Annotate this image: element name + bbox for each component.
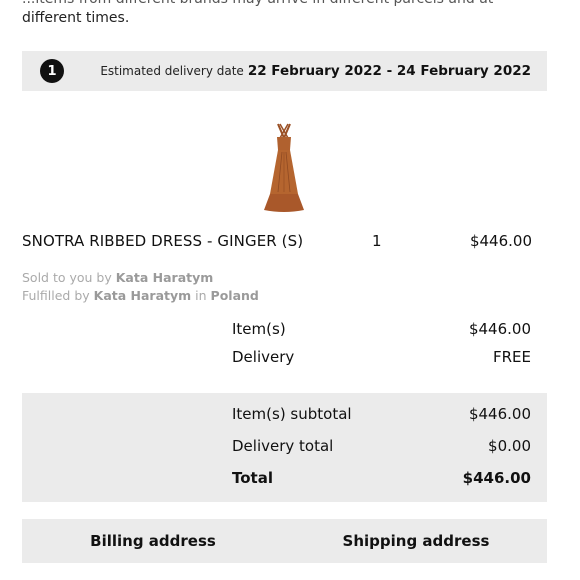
estimated-delivery: Estimated delivery date 22 February 2022… (100, 51, 531, 91)
fulfilled-country: Poland (210, 288, 259, 303)
address-tabs: Billing address Shipping address (22, 519, 547, 563)
total-value: $446.00 (462, 469, 531, 487)
fulfilled-by-line: Fulfilled by Kata Haratym in Poland (22, 287, 259, 305)
fulfilled-in-word: in (195, 288, 207, 303)
item-price: $446.00 (469, 232, 532, 250)
delivery-total-value: $0.00 (488, 437, 531, 455)
estimated-delivery-dates: 22 February 2022 - 24 February 2022 (247, 63, 531, 79)
summary-items-row: Item(s) $446.00 (232, 320, 531, 348)
estimated-delivery-label: Estimated delivery date (100, 64, 244, 78)
billing-address-tab[interactable]: Billing address (22, 519, 284, 563)
item-summary: Item(s) $446.00 Delivery FREE (232, 320, 531, 376)
sold-by-line: Sold to you by Kata Haratym (22, 269, 259, 287)
total-label: Total (232, 469, 273, 487)
intro-line: different times. (22, 10, 130, 26)
shipment-header: 1 Estimated delivery date 22 February 20… (22, 51, 547, 91)
summary-delivery-row: Delivery FREE (232, 348, 531, 376)
intro-line-truncated: ...items from different brands may arriv… (22, 0, 542, 9)
summary-items-label: Item(s) (232, 320, 286, 338)
order-item-row: SNOTRA RIBBED DRESS - GINGER (S) 1 $446.… (22, 232, 532, 254)
summary-delivery-value: FREE (492, 348, 531, 366)
subtotal-label: Item(s) subtotal (232, 405, 352, 423)
seller-info: Sold to you by Kata Haratym Fulfilled by… (22, 269, 259, 305)
delivery-total-row: Delivery total $0.00 (232, 437, 531, 469)
order-totals: Item(s) subtotal $446.00 Delivery total … (22, 393, 547, 502)
subtotal-value: $446.00 (468, 405, 531, 423)
shipping-address-tab[interactable]: Shipping address (285, 519, 547, 563)
summary-items-value: $446.00 (468, 320, 531, 338)
fulfilled-by-prefix: Fulfilled by (22, 288, 90, 303)
delivery-total-label: Delivery total (232, 437, 334, 455)
item-quantity: 1 (372, 232, 382, 250)
subtotal-row: Item(s) subtotal $446.00 (232, 405, 531, 437)
sold-by-name: Kata Haratym (115, 270, 214, 285)
summary-delivery-label: Delivery (232, 348, 295, 366)
fulfilled-by-name: Kata Haratym (93, 288, 192, 303)
shipment-number-badge: 1 (40, 59, 64, 83)
sold-by-prefix: Sold to you by (22, 270, 112, 285)
intro-text: ...items from different brands may arriv… (22, 0, 542, 28)
dress-image[interactable] (254, 120, 314, 216)
total-row: Total $446.00 (232, 469, 531, 501)
item-name[interactable]: SNOTRA RIBBED DRESS - GINGER (S) (22, 232, 303, 250)
